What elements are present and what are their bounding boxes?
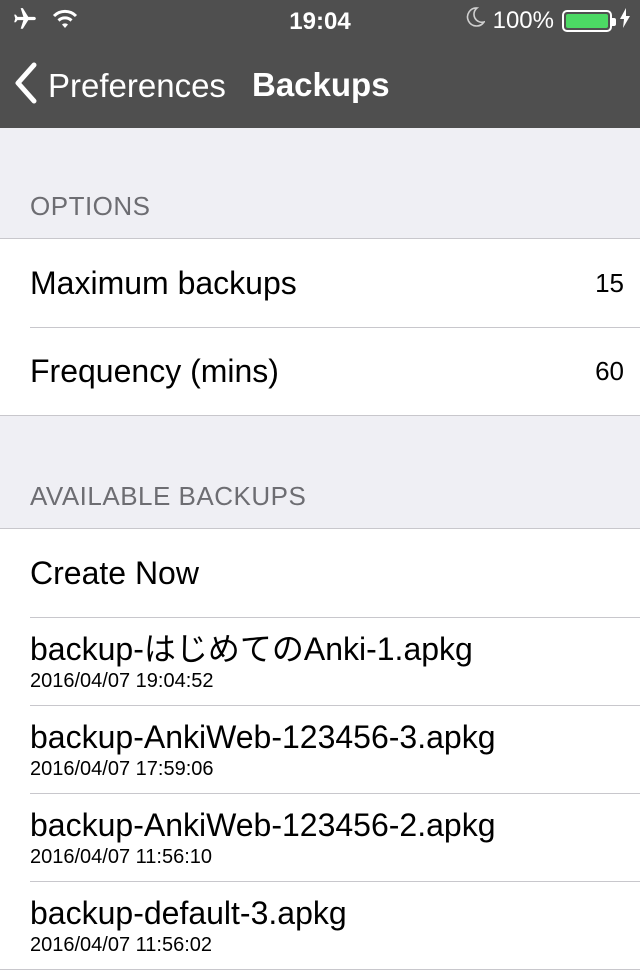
settings-content: OPTIONS Maximum backups 15 Frequency (mi…	[0, 128, 640, 970]
available-backups-section-header: AVAILABLE BACKUPS	[30, 481, 307, 511]
row-value: 60	[595, 355, 624, 386]
back-button-label: Preferences	[48, 66, 226, 104]
available-backups-group: Create Now backup-はじめてのAnki-1.apkg 2016/…	[0, 528, 640, 970]
create-now-label: Create Now	[30, 554, 199, 591]
backup-file-name: backup-AnkiWeb-123456-2.apkg	[30, 806, 496, 843]
create-now-button[interactable]: Create Now	[0, 529, 640, 617]
backup-date: 2016/04/07 11:56:10	[30, 845, 213, 868]
battery-fill	[566, 13, 608, 28]
backup-file-name: backup-はじめてのAnki-1.apkg	[30, 630, 473, 667]
battery-percent: 100%	[492, 6, 554, 34]
chevron-left-icon	[14, 62, 38, 109]
status-bar: 19:04 100%	[0, 0, 640, 40]
battery-icon	[562, 9, 616, 32]
page-title: Backups	[252, 66, 390, 103]
backup-file-name: backup-default-3.apkg	[30, 894, 347, 931]
row-label: Frequency (mins)	[30, 352, 279, 389]
charging-bolt-icon	[620, 7, 630, 35]
backup-date: 2016/04/07 19:04:52	[30, 669, 214, 692]
row-label: Maximum backups	[30, 264, 297, 301]
backup-list-item[interactable]: backup-AnkiWeb-123456-2.apkg 2016/04/07 …	[0, 793, 640, 881]
options-group: Maximum backups 15 Frequency (mins) 60	[0, 238, 640, 416]
status-right: 100%	[465, 6, 630, 35]
maximum-backups-row[interactable]: Maximum backups 15	[0, 239, 640, 327]
backup-date: 2016/04/07 17:59:06	[30, 757, 214, 780]
frequency-row[interactable]: Frequency (mins) 60	[0, 327, 640, 415]
backup-list-item[interactable]: backup-AnkiWeb-123456-3.apkg 2016/04/07 …	[0, 705, 640, 793]
back-button[interactable]: Preferences	[14, 62, 226, 109]
backup-list-item[interactable]: backup-default-3.apkg 2016/04/07 11:56:0…	[0, 881, 640, 969]
backup-date: 2016/04/07 11:56:02	[30, 933, 213, 956]
moon-icon	[465, 6, 486, 35]
backup-list-item[interactable]: backup-はじめてのAnki-1.apkg 2016/04/07 19:04…	[0, 617, 640, 705]
navigation-bar: Preferences Backups	[0, 40, 640, 128]
backup-file-name: backup-AnkiWeb-123456-3.apkg	[30, 718, 496, 755]
row-value: 15	[595, 267, 624, 298]
options-section-header: OPTIONS	[30, 191, 151, 221]
